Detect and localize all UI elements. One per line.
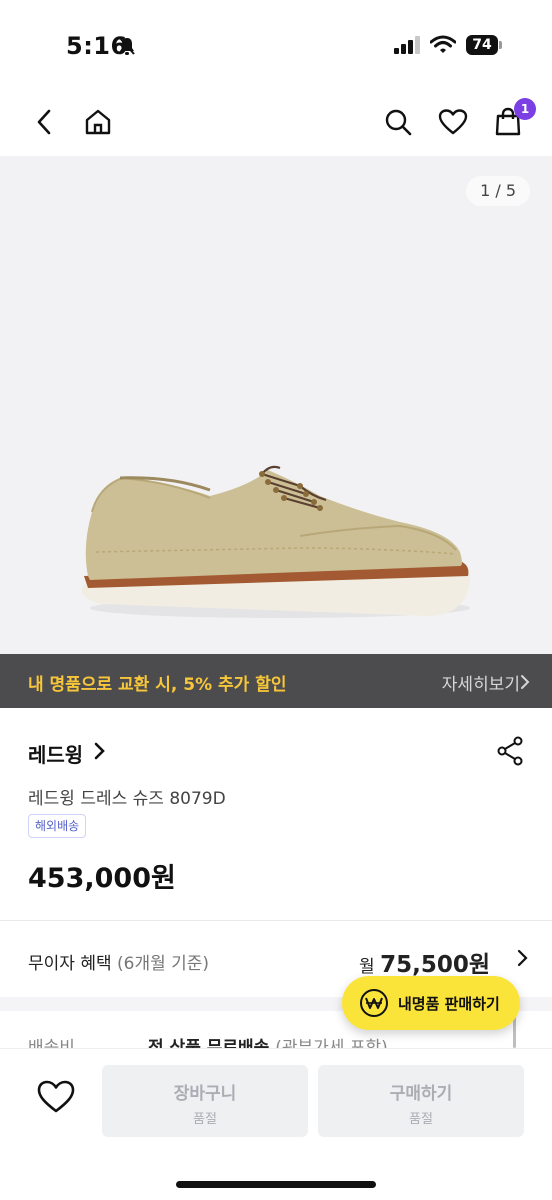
- search-icon: [385, 109, 412, 136]
- wifi-icon: [429, 35, 457, 59]
- scrollbar[interactable]: [513, 1016, 516, 1048]
- search-button[interactable]: [380, 104, 416, 140]
- back-icon: [37, 109, 51, 135]
- cart-button-label: 장바구니: [173, 1084, 237, 1104]
- cart-button-sub: 품절: [193, 1112, 217, 1127]
- installment-label: 무이자 혜택 (6개월 기준): [28, 954, 210, 974]
- promo-text: 내 명품으로 교환 시, 5% 추가 할인: [28, 675, 287, 695]
- installment-monthly-price: 월 75,500원: [359, 952, 490, 978]
- status-bar: 5:16 74: [0, 0, 552, 88]
- signal-icon: [394, 36, 422, 58]
- chevron-right-icon: [520, 674, 530, 694]
- exchange-promo-banner[interactable]: 내 명품으로 교환 시, 5% 추가 할인 자세히보기: [0, 654, 552, 708]
- product-image-gallery[interactable]: 1 / 5: [0, 156, 552, 654]
- cart-count-badge: 1: [514, 98, 536, 120]
- overseas-shipping-badge: 해외배송: [28, 814, 87, 838]
- brand-name: 레드윙: [28, 742, 84, 767]
- top-navigation: 1: [0, 88, 552, 156]
- promo-detail-link[interactable]: 자세히보기: [442, 670, 520, 695]
- image-page-indicator: 1 / 5: [466, 176, 530, 206]
- home-icon: [85, 109, 111, 135]
- sell-button-label: 내명품 판매하기: [398, 994, 500, 1013]
- buy-now-button[interactable]: 구매하기 품절: [318, 1065, 524, 1137]
- add-to-cart-button[interactable]: 장바구니 품절: [102, 1065, 308, 1137]
- buy-button-sub: 품절: [409, 1112, 433, 1127]
- installment-label-sub: (6개월 기준): [117, 954, 210, 974]
- chevron-right-icon: [516, 949, 528, 971]
- back-button[interactable]: [26, 104, 62, 140]
- battery-level: 74: [466, 35, 498, 55]
- home-indicator: [176, 1181, 376, 1188]
- wishlist-button[interactable]: [36, 1079, 76, 1119]
- heart-icon: [37, 1080, 75, 1113]
- battery-icon: 74: [466, 35, 502, 55]
- product-price: 453,000원: [28, 863, 176, 894]
- brand-link[interactable]: 레드윙: [28, 738, 106, 768]
- sell-my-item-button[interactable]: 내명품 판매하기: [342, 976, 520, 1030]
- cart-button[interactable]: 1: [490, 98, 536, 140]
- share-icon: [497, 736, 523, 766]
- home-button[interactable]: [80, 104, 116, 140]
- chevron-right-icon: [93, 742, 106, 764]
- bell-off-icon: [118, 36, 136, 60]
- wishlist-button[interactable]: [435, 104, 471, 140]
- product-image: [81, 465, 471, 618]
- won-icon: [360, 989, 388, 1017]
- bottom-action-bar: 장바구니 품절 구매하기 품절: [0, 1048, 552, 1200]
- product-name: 레드윙 드레스 슈즈 8079D: [28, 789, 226, 809]
- buy-button-label: 구매하기: [389, 1084, 453, 1104]
- share-button[interactable]: [496, 736, 524, 770]
- heart-icon: [438, 109, 468, 135]
